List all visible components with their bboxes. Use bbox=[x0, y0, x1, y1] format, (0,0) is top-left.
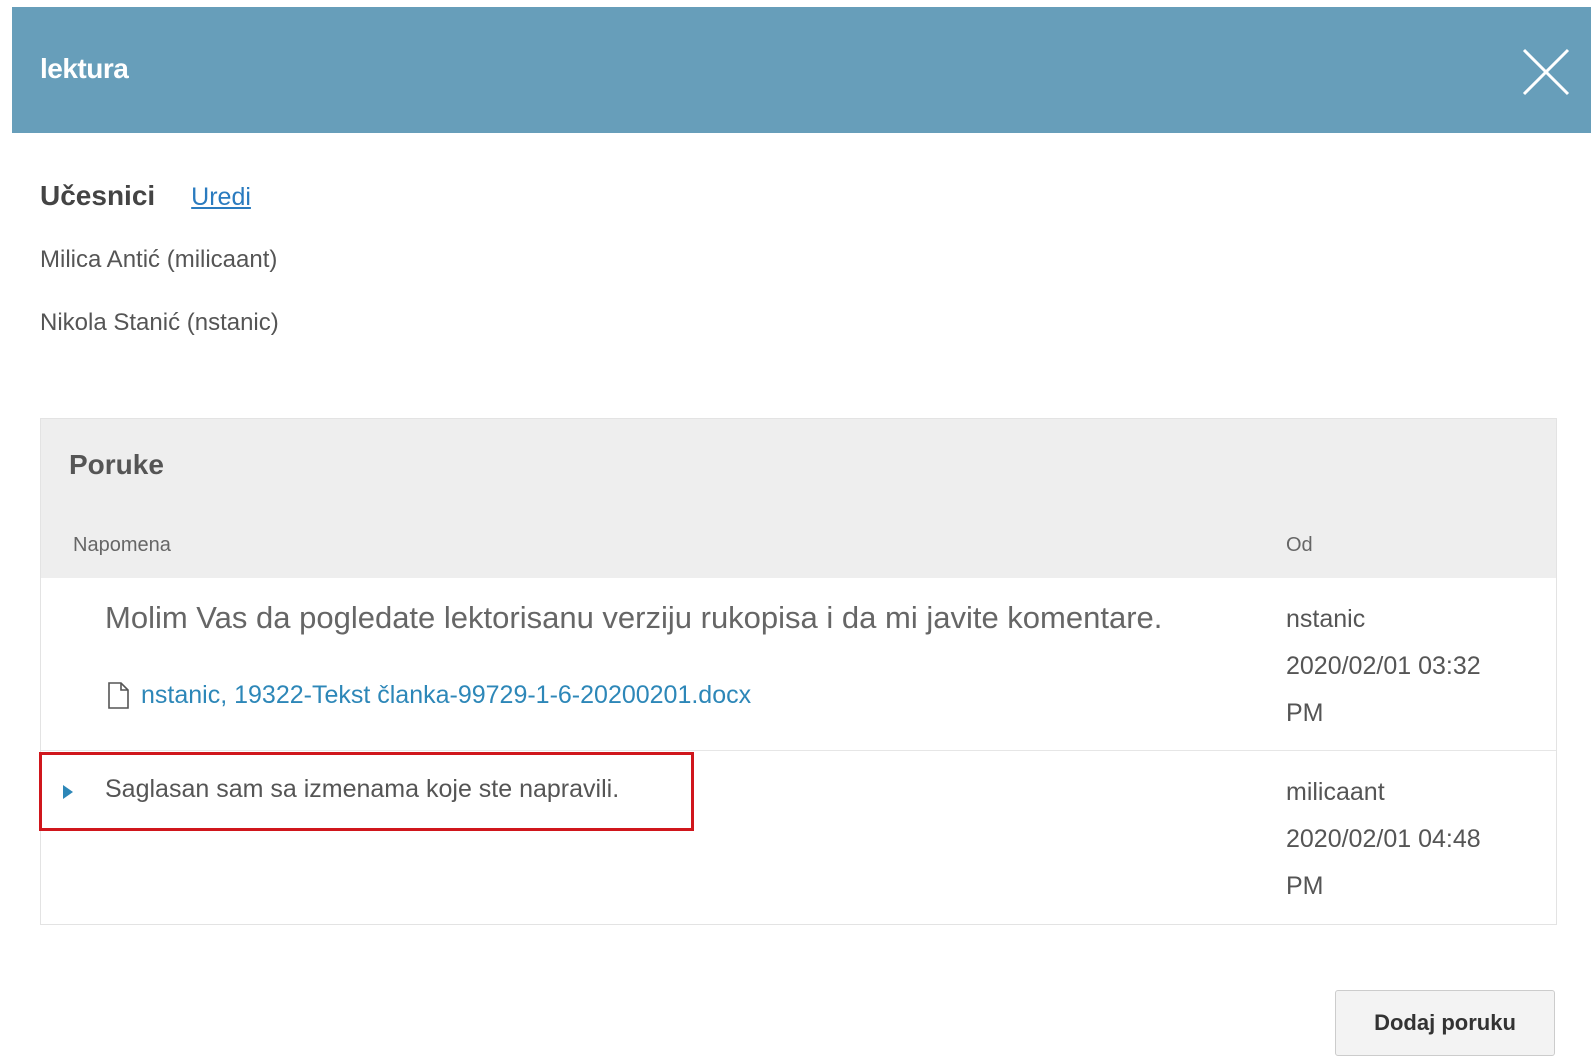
messages-header: Poruke Napomena Od bbox=[41, 419, 1556, 578]
modal-header: lektura bbox=[12, 7, 1591, 133]
message-date: 2020/02/01 03:32 bbox=[1286, 652, 1481, 680]
message-text: Molim Vas da pogledate lektorisanu verzi… bbox=[105, 600, 1163, 635]
column-header-from: Od bbox=[1286, 534, 1313, 556]
message-meta: milicaant 2020/02/01 04:48 PM bbox=[1286, 769, 1526, 910]
message-text[interactable]: Saglasan sam sa izmenama koje ste naprav… bbox=[105, 775, 619, 804]
edit-participants-link[interactable]: Uredi bbox=[191, 183, 251, 212]
messages-panel: Poruke Napomena Od Molim Vas da pogledat… bbox=[40, 418, 1557, 925]
message-row: Molim Vas da pogledate lektorisanu verzi… bbox=[41, 578, 1556, 751]
participant-item: Nikola Stanić (nstanic) bbox=[40, 309, 279, 336]
add-message-button[interactable]: Dodaj poruku bbox=[1335, 990, 1555, 1056]
participants-heading: Učesnici Uredi bbox=[40, 180, 251, 212]
message-date: 2020/02/01 04:48 bbox=[1286, 825, 1481, 853]
modal-title: lektura bbox=[40, 53, 129, 84]
file-icon bbox=[108, 682, 129, 709]
message-time-suffix: PM bbox=[1286, 872, 1324, 900]
attachment-link[interactable]: nstanic, 19322-Tekst članka-99729-1-6-20… bbox=[107, 681, 751, 710]
messages-title: Poruke bbox=[69, 449, 164, 480]
triangle-right-icon[interactable] bbox=[63, 785, 73, 799]
message-row: Saglasan sam sa izmenama koje ste naprav… bbox=[41, 751, 1556, 923]
message-author: nstanic bbox=[1286, 605, 1366, 633]
column-header-note: Napomena bbox=[73, 534, 171, 556]
message-time-suffix: PM bbox=[1286, 699, 1324, 727]
message-meta: nstanic 2020/02/01 03:32 PM bbox=[1286, 596, 1526, 737]
attachment-name: nstanic, 19322-Tekst članka-99729-1-6-20… bbox=[141, 681, 752, 709]
message-author: milicaant bbox=[1286, 778, 1385, 806]
participants-title: Učesnici bbox=[40, 180, 156, 211]
close-icon[interactable] bbox=[1521, 47, 1571, 97]
participant-item: Milica Antić (milicaant) bbox=[40, 246, 278, 273]
